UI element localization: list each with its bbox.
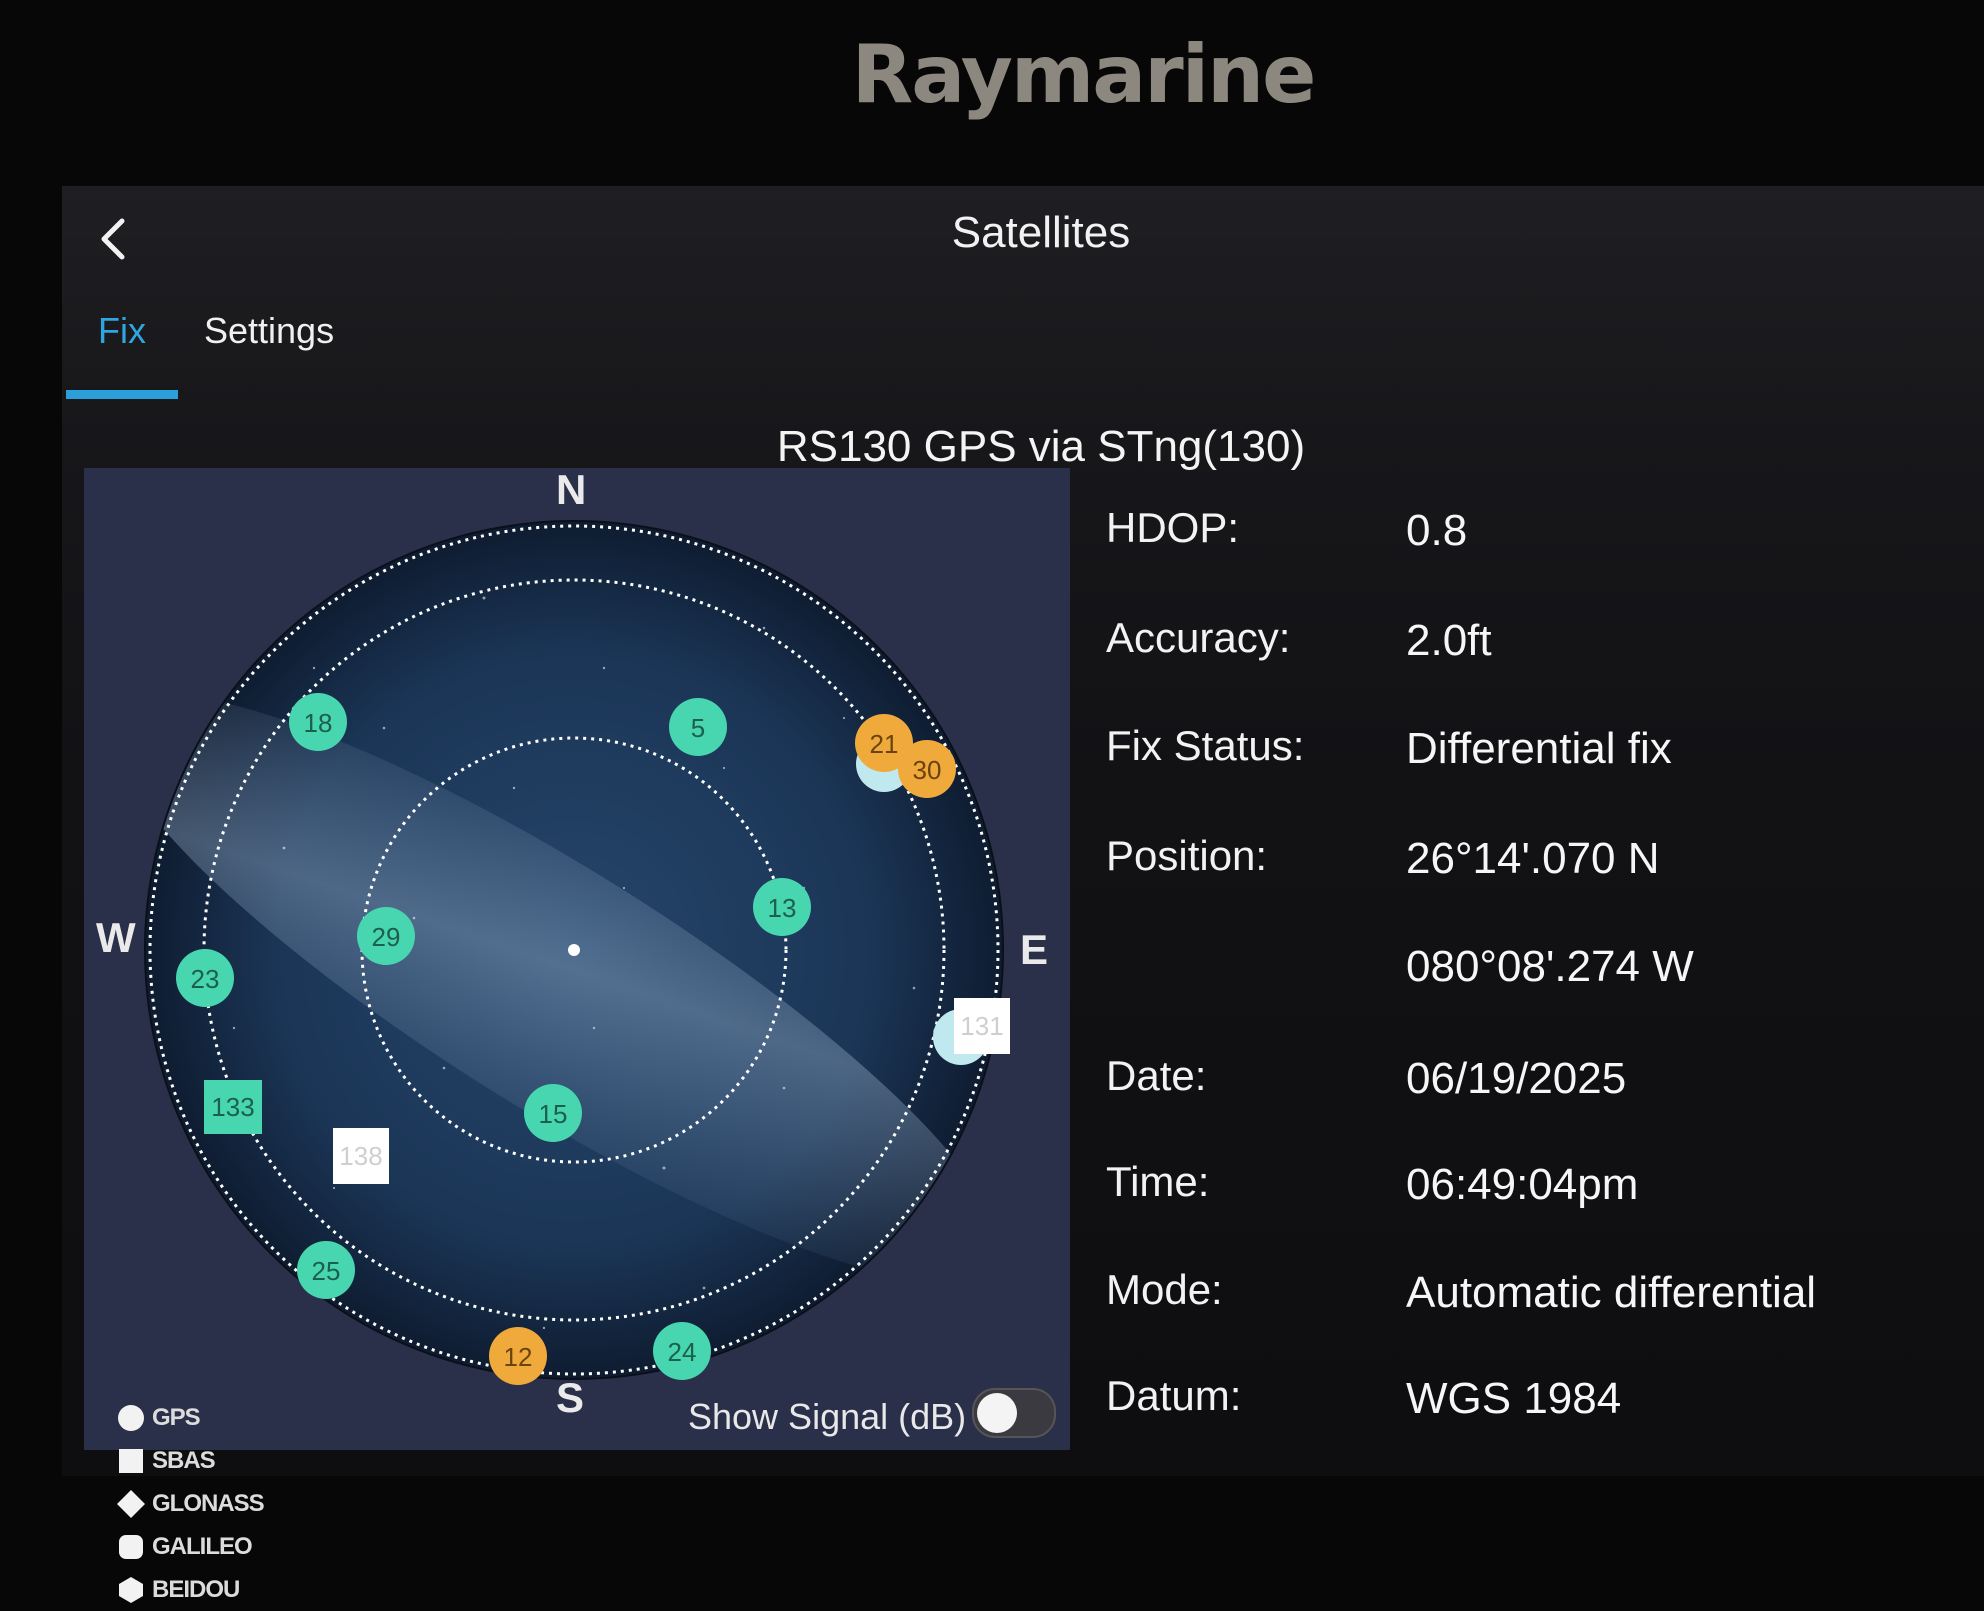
show-signal-label: Show Signal (dB) xyxy=(688,1396,967,1437)
satellite-13[interactable]: 13 xyxy=(753,878,811,936)
circle-icon xyxy=(118,1404,144,1431)
tab-settings[interactable]: Settings xyxy=(204,310,334,352)
accuracy-label: Accuracy: xyxy=(1106,614,1291,661)
time-label: Time: xyxy=(1106,1158,1210,1205)
show-signal-row: Show Signal (dB) xyxy=(688,1388,1088,1448)
gps-source-name: RS130 GPS via STng(130) xyxy=(776,422,1306,471)
svg-text:138: 138 xyxy=(339,1141,382,1171)
mode-value: Automatic differential xyxy=(1406,1268,1817,1317)
compass-east: E xyxy=(1020,926,1049,973)
satellite-30[interactable]: 30 xyxy=(898,740,956,798)
zenith-dot xyxy=(568,944,580,956)
satellite-24[interactable]: 24 xyxy=(653,1322,711,1380)
legend-gps: GPS xyxy=(116,1396,264,1439)
satellite-5[interactable]: 5 xyxy=(669,698,727,756)
satellite-29[interactable]: 29 xyxy=(357,907,415,965)
accuracy-value: 2.0ft xyxy=(1406,616,1492,665)
svg-text:13: 13 xyxy=(768,893,797,923)
toggle-knob xyxy=(977,1393,1017,1433)
sky-view-panel: 18 5 21 30 13 29 23 15 133 138 131 25 12… xyxy=(84,466,1070,1603)
hdop-label: HDOP: xyxy=(1106,504,1240,551)
mode-label: Mode: xyxy=(1106,1266,1223,1313)
hexagon-icon xyxy=(119,1576,143,1603)
position-latitude: 26°14'.070 N xyxy=(1406,834,1660,883)
svg-text:29: 29 xyxy=(372,922,401,952)
svg-text:25: 25 xyxy=(312,1256,341,1286)
rounded-square-icon xyxy=(119,1534,143,1559)
brand-logo: Raymarine xyxy=(851,28,1317,121)
satellite-12[interactable]: 12 xyxy=(489,1327,547,1385)
svg-text:15: 15 xyxy=(539,1099,568,1129)
compass-north: N xyxy=(556,466,587,513)
satellite-133[interactable]: 133 xyxy=(204,1080,262,1134)
svg-text:12: 12 xyxy=(504,1342,533,1372)
satellite-18[interactable]: 18 xyxy=(289,693,347,751)
svg-text:24: 24 xyxy=(668,1337,697,1367)
legend-sbas: SBAS xyxy=(116,1439,264,1482)
display-screen: Satellites Fix Settings RS130 GPS via ST… xyxy=(62,186,1984,1603)
satellite-15[interactable]: 15 xyxy=(524,1084,582,1142)
active-tab-indicator xyxy=(66,390,178,399)
legend-glonass: GLONASS xyxy=(116,1482,265,1525)
fix-status-label: Fix Status: xyxy=(1106,722,1305,769)
position-label: Position: xyxy=(1106,832,1268,879)
svg-text:18: 18 xyxy=(304,708,333,738)
sky-plot: 18 5 21 30 13 29 23 15 133 138 131 25 12… xyxy=(144,520,1010,1385)
svg-text:133: 133 xyxy=(211,1092,254,1122)
svg-text:5: 5 xyxy=(691,713,705,743)
compass-west: W xyxy=(96,914,136,961)
diamond-icon xyxy=(117,1489,145,1518)
satellite-25[interactable]: 25 xyxy=(297,1241,355,1299)
svg-text:23: 23 xyxy=(191,964,220,994)
legend-galileo: GALILEO xyxy=(116,1525,264,1568)
svg-text:21: 21 xyxy=(870,729,899,759)
square-icon xyxy=(119,1448,143,1473)
legend-beidou: BEIDOU xyxy=(116,1568,264,1611)
page-title: Satellites xyxy=(951,208,1131,257)
satellite-23[interactable]: 23 xyxy=(176,949,234,1007)
fix-status-value: Differential fix xyxy=(1406,724,1672,773)
date-label: Date: xyxy=(1106,1052,1207,1099)
datum-label: Datum: xyxy=(1106,1372,1242,1419)
svg-text:131: 131 xyxy=(960,1011,1003,1041)
datum-value: WGS 1984 xyxy=(1406,1374,1622,1423)
tab-fix[interactable]: Fix xyxy=(98,310,146,352)
time-value: 06:49:04pm xyxy=(1406,1160,1639,1209)
show-signal-toggle[interactable] xyxy=(972,1388,1056,1438)
svg-text:30: 30 xyxy=(913,755,942,785)
compass-south: S xyxy=(556,1374,585,1421)
hdop-value: 0.8 xyxy=(1406,506,1468,555)
satellite-138[interactable]: 138 xyxy=(333,1128,389,1184)
constellation-legend: GPS SBAS GLONASS GALILEO BEIDOU xyxy=(116,1396,265,1611)
date-value: 06/19/2025 xyxy=(1406,1054,1627,1103)
position-longitude: 080°08'.274 W xyxy=(1406,942,1694,991)
